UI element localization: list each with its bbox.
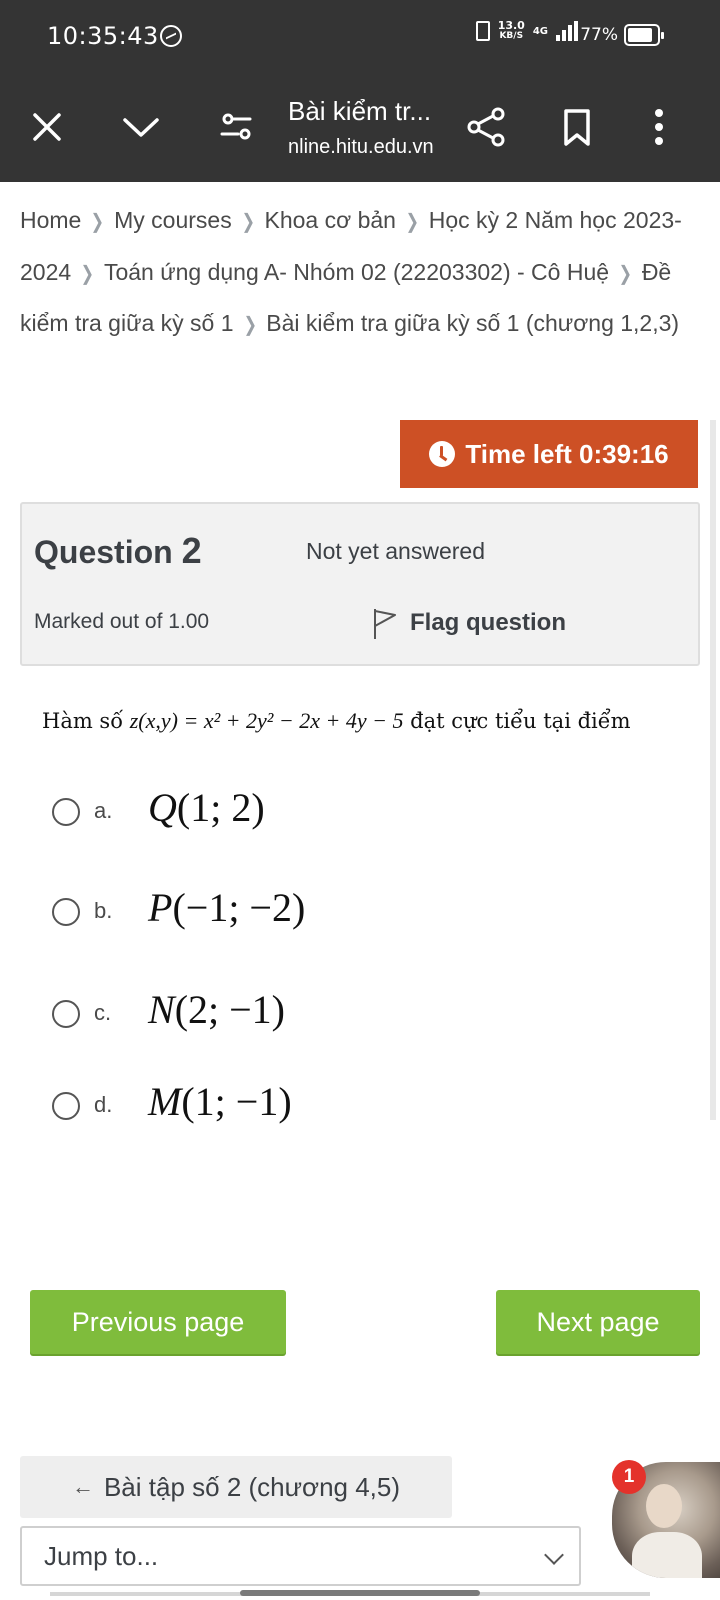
question-number-value: 2: [181, 530, 202, 571]
question-label: Question: [34, 534, 173, 570]
network-type: 4G: [532, 25, 548, 37]
breadcrumb-home[interactable]: Home: [20, 207, 81, 233]
scrollbar[interactable]: [710, 420, 716, 1120]
close-icon[interactable]: [22, 102, 72, 152]
jump-to-select[interactable]: Jump to...: [20, 1526, 581, 1586]
network-speed-unit: KB/S: [499, 31, 524, 41]
previous-activity-label: Bài tập số 2 (chương 4,5): [103, 1471, 401, 1502]
answer-coords: (1; −1): [181, 1079, 292, 1124]
answer-option-d[interactable]: d. M(1; −1): [52, 1079, 452, 1146]
question-state: Not yet answered: [306, 538, 485, 564]
question-info-box: Question 2 Not yet answered Marked out o…: [20, 502, 700, 666]
battery-percent: 77%: [580, 25, 618, 45]
radio-button[interactable]: [52, 798, 80, 826]
answer-point-name: N: [148, 987, 175, 1032]
messenger-icon: [160, 25, 182, 47]
chevron-right-icon: ❯: [80, 262, 95, 285]
question-text-suffix: đạt cực tiểu tại điểm: [410, 709, 631, 733]
flag-question-button[interactable]: Flag question: [372, 606, 566, 640]
answer-math: Q(1; 2): [148, 784, 265, 831]
question-formula: z(x,y) = x² + 2y² − 2x + 4y − 5: [129, 708, 404, 733]
status-bar: 10:35:43 77% 13.0 KB/S 4G: [0, 0, 720, 72]
network-speed-value: 13.0: [497, 19, 525, 32]
answer-math: N(2; −1): [148, 986, 285, 1033]
network-speed: 13.0 KB/S: [498, 20, 525, 42]
answer-letter: a.: [94, 798, 113, 823]
answer-math: M(1; −1): [148, 1078, 292, 1125]
previous-activity-link[interactable]: ← Bài tập số 2 (chương 4,5): [20, 1456, 452, 1518]
breadcrumb-course[interactable]: Toán ứng dụng A- Nhóm 02 (22203302) - Cô…: [104, 259, 609, 285]
breadcrumb-my-courses[interactable]: My courses: [114, 207, 232, 233]
answer-option-a[interactable]: a. Q(1; 2): [52, 785, 452, 852]
answer-option-c[interactable]: c. N(2; −1): [52, 987, 452, 1054]
share-icon[interactable]: [462, 102, 512, 152]
breadcrumb-quiz[interactable]: Bài kiểm tra giữa kỳ số 1 (chương 1,2,3): [266, 310, 679, 336]
status-icons: 13.0 KB/S 4G: [475, 20, 578, 42]
more-vert-icon[interactable]: [634, 102, 684, 152]
answer-coords: (−1; −2): [172, 885, 306, 930]
battery-icon: [624, 24, 664, 46]
answer-coords: (2; −1): [174, 987, 285, 1032]
question-text-prefix: Hàm số: [42, 709, 124, 733]
notification-badge: 1: [612, 1460, 646, 1494]
bookmark-icon[interactable]: [552, 102, 602, 152]
next-page-button[interactable]: Next page: [496, 1290, 700, 1354]
question-grade: Marked out of 1.00: [34, 610, 210, 633]
answer-letter: c.: [94, 1000, 112, 1025]
answer-letter: b.: [94, 898, 113, 923]
browser-toolbar: Bài kiểm tr... nline.hitu.edu.vn: [0, 72, 720, 182]
answer-letter: d.: [94, 1092, 113, 1117]
answer-point-name: P: [148, 885, 173, 930]
breadcrumb-faculty[interactable]: Khoa cơ bản: [264, 207, 395, 233]
signal-icon: [556, 21, 578, 41]
previous-page-button[interactable]: Previous page: [30, 1290, 286, 1354]
home-indicator[interactable]: [240, 1590, 480, 1596]
chevron-right-icon: ❯: [243, 314, 257, 336]
radio-button[interactable]: [52, 898, 80, 926]
breadcrumb: Home ❯ My courses ❯ Khoa cơ bản ❯ Học kỳ 2 Năm…: [20, 196, 700, 351]
chevron-down-icon: [544, 1545, 564, 1565]
radio-button[interactable]: [52, 1000, 80, 1028]
answer-coords: (1; 2): [176, 785, 265, 830]
answer-point-name: Q: [148, 785, 177, 830]
time-left-text: Time left 0:39:16: [465, 438, 669, 469]
url-text[interactable]: nline.hitu.edu.vn: [288, 136, 434, 159]
question-number: Question 2: [34, 530, 202, 572]
chevron-right-icon: ❯: [618, 262, 633, 285]
answer-option-b[interactable]: b. P(−1; −2): [52, 885, 452, 952]
vibrate-icon: [475, 21, 490, 41]
chevron-down-icon[interactable]: [116, 102, 166, 152]
answer-math: P(−1; −2): [148, 884, 305, 931]
flag-question-label: Flag question: [410, 609, 566, 636]
tune-icon[interactable]: [212, 102, 262, 152]
answer-point-name: M: [148, 1079, 182, 1124]
jump-to-label: Jump to...: [44, 1541, 159, 1571]
time-left-banner: Time left 0:39:16: [400, 420, 698, 488]
arrow-left-icon: ←: [71, 1474, 94, 1499]
clock-time: 10:35:43: [47, 22, 159, 50]
page-title: Bài kiểm tr...: [288, 96, 432, 126]
radio-button[interactable]: [52, 1092, 80, 1120]
chevron-right-icon: ❯: [91, 211, 105, 233]
flag-icon[interactable]: [372, 606, 398, 640]
chevron-right-icon: ❯: [241, 211, 255, 233]
chevron-right-icon: ❯: [405, 211, 420, 233]
question-text: Hàm số z(x,y) = x² + 2y² − 2x + 4y − 5 đ…: [42, 708, 631, 734]
clock-icon: [429, 441, 456, 467]
